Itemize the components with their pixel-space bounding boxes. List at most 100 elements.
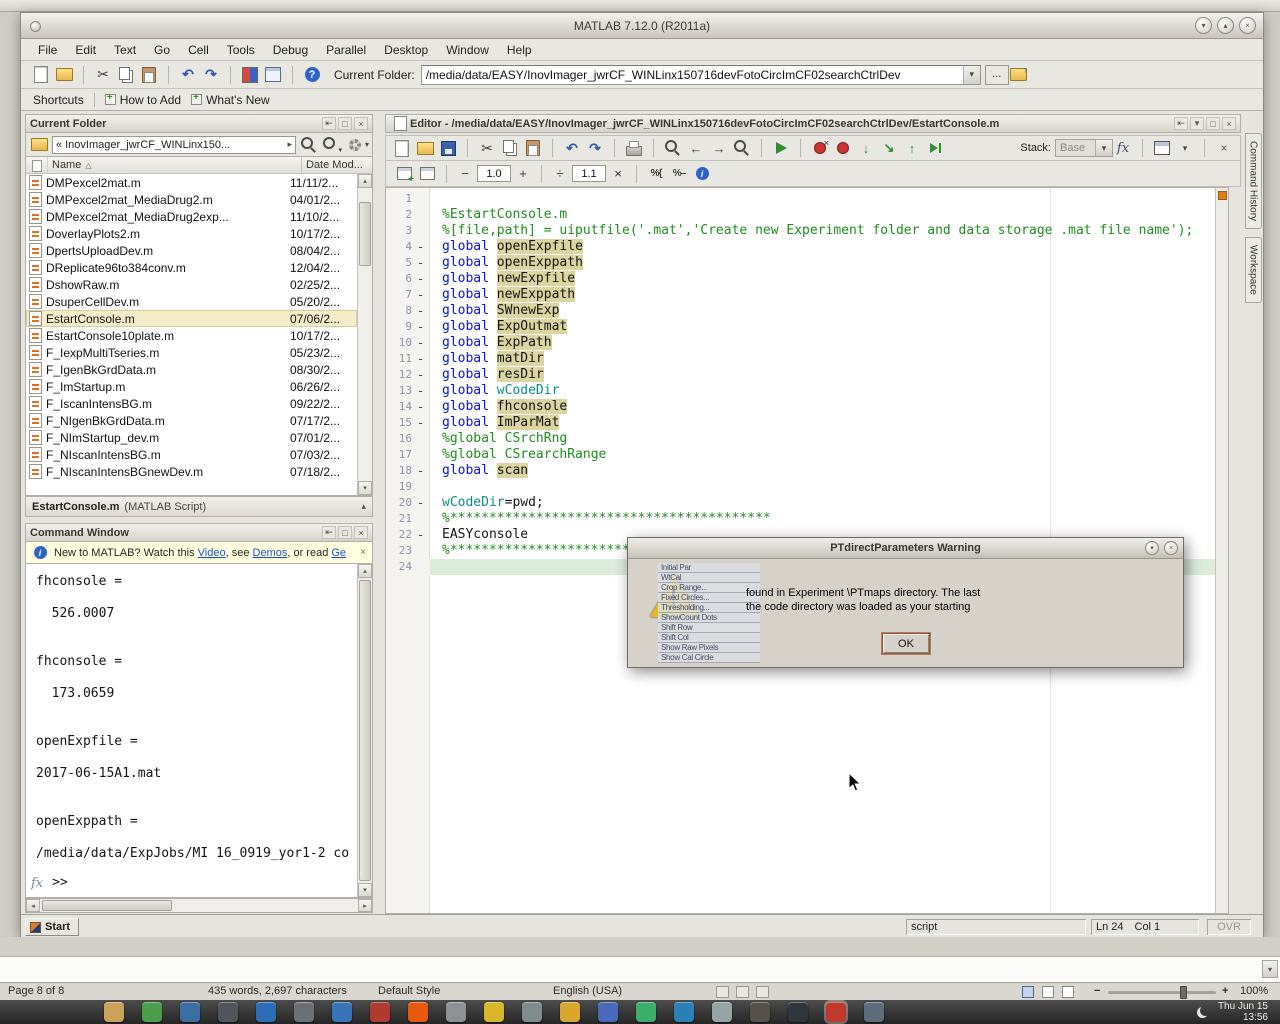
current-folder-combobox[interactable]: ▾	[421, 65, 981, 85]
line-number[interactable]: 23	[386, 543, 412, 559]
folder-icon[interactable]	[29, 135, 49, 155]
file-row[interactable]: F_IexpMultiTseries.m05/23/2...	[26, 344, 357, 361]
scroll-down-icon[interactable]: ▾	[358, 481, 372, 495]
line-number[interactable]: 5	[386, 255, 412, 271]
step-icon[interactable]: ↓	[856, 138, 876, 158]
search-icon[interactable]	[299, 135, 319, 155]
notes-icon[interactable]	[484, 1002, 504, 1022]
menu-help[interactable]: Help	[498, 43, 541, 57]
line-number[interactable]: 3	[386, 223, 412, 239]
terminal-icon[interactable]	[218, 1002, 238, 1022]
panel-splitter[interactable]	[373, 111, 385, 914]
code-line[interactable]: 4-global openExpfile	[386, 239, 1215, 255]
breakpoint-margin[interactable]: -	[412, 287, 429, 303]
selection-mode-icon[interactable]	[716, 986, 729, 998]
caret-icon[interactable]: ▾	[1175, 138, 1195, 158]
line-number[interactable]: 12	[386, 367, 412, 383]
breadcrumb[interactable]: « InovImager_jwrCF_WINLinx150... ▸	[52, 136, 296, 154]
tab-command-history[interactable]: Command History	[1245, 133, 1262, 229]
breakpoint-margin[interactable]: -	[412, 527, 429, 543]
code-line[interactable]: 15-global ImParMat	[386, 415, 1215, 431]
code-analyzer-strip[interactable]	[1215, 188, 1228, 913]
breadcrumb-expand-icon[interactable]: ▸	[287, 139, 292, 150]
line-number[interactable]: 2	[386, 207, 412, 223]
details-expand-icon[interactable]: ▴	[361, 501, 366, 512]
code-line[interactable]: 6-global newExpfile	[386, 271, 1215, 287]
up-folder-icon[interactable]	[1009, 65, 1029, 85]
start-button[interactable]: Start	[25, 918, 79, 936]
window-maximize-icon[interactable]: ▴	[1217, 17, 1234, 34]
media-player-icon[interactable]	[370, 1002, 390, 1022]
tab-workspace[interactable]: Workspace	[1245, 237, 1262, 303]
forward-icon[interactable]: →	[709, 138, 729, 158]
folder-shortcut-icon[interactable]	[560, 1002, 580, 1022]
window-minimize-icon[interactable]: ▾	[1195, 17, 1212, 34]
file-row[interactable]: F_NIgenBkGrdData.m07/17/2...	[26, 412, 357, 429]
breakpoint-margin[interactable]: -	[412, 367, 429, 383]
network-icon[interactable]	[674, 1002, 694, 1022]
line-number[interactable]: 19	[386, 479, 412, 495]
new-file-icon[interactable]	[31, 65, 51, 85]
window-shade-icon[interactable]: ▾	[1145, 541, 1159, 555]
help-icon[interactable]	[302, 65, 322, 85]
paste-icon[interactable]	[523, 138, 543, 158]
cell-grid-plus-icon[interactable]	[394, 164, 414, 184]
gear-icon[interactable]	[345, 135, 365, 155]
zoom-slider-thumb[interactable]	[1180, 986, 1187, 999]
copy-icon[interactable]	[500, 138, 520, 158]
panel-maximize-icon[interactable]: □	[338, 117, 352, 130]
line-number[interactable]: 7	[386, 287, 412, 303]
undo-icon[interactable]: ↶	[178, 65, 198, 85]
code-line[interactable]: 8-global SWnewExp	[386, 303, 1215, 319]
redo-icon[interactable]: ↷	[201, 65, 221, 85]
line-number[interactable]: 20	[386, 495, 412, 511]
current-folder-panel-header[interactable]: Current Folder ⇤□×	[25, 114, 373, 133]
file-row[interactable]: EstartConsole.m07/06/2...	[26, 310, 357, 327]
file-manager-icon[interactable]	[104, 1002, 124, 1022]
file-row[interactable]: F_ImStartup.m06/26/2...	[26, 378, 357, 395]
open-folder-icon[interactable]	[415, 138, 435, 158]
panel-dock-icon[interactable]: ⇤	[1174, 117, 1188, 130]
zoom-slider[interactable]	[1108, 991, 1216, 994]
menu-edit[interactable]: Edit	[66, 43, 105, 57]
ok-button[interactable]: OK	[882, 633, 930, 654]
window-close-icon[interactable]: ×	[1164, 541, 1178, 555]
panel-dock-icon[interactable]: ⇤	[322, 117, 336, 130]
command-prompt[interactable]: >>	[52, 875, 68, 891]
line-number[interactable]: 14	[386, 399, 412, 415]
line-number[interactable]: 17	[386, 447, 412, 463]
writer-scrollbar-corner[interactable]: ▾	[1262, 960, 1278, 978]
code-line[interactable]: 14-global fhconsole	[386, 399, 1215, 415]
clock[interactable]: Thu Jun 15 13:56	[1218, 1001, 1268, 1023]
menu-parallel[interactable]: Parallel	[317, 43, 375, 57]
back-icon[interactable]: ←	[686, 138, 706, 158]
gear-dropdown-icon[interactable]: ▾	[365, 140, 369, 149]
undo-icon[interactable]: ↶	[562, 138, 582, 158]
code-line[interactable]: 18-global scan	[386, 463, 1215, 479]
line-number[interactable]: 13	[386, 383, 412, 399]
line-number[interactable]: 1	[386, 191, 412, 207]
combo-dropdown-icon[interactable]: ▾	[963, 66, 980, 84]
kde-launcher-icon[interactable]	[256, 1002, 276, 1022]
continue-icon[interactable]	[925, 138, 945, 158]
code-line[interactable]: 2%EstartConsole.m	[386, 207, 1215, 223]
file-row[interactable]: DshowRaw.m02/25/2...	[26, 276, 357, 293]
code-line[interactable]: 13-global wCodeDir	[386, 383, 1215, 399]
utilities-icon[interactable]	[712, 1002, 732, 1022]
shortcuts-label[interactable]: Shortcuts	[33, 93, 84, 107]
file-row[interactable]: DReplicate96to384conv.m12/04/2...	[26, 259, 357, 276]
redo-icon[interactable]: ↷	[585, 138, 605, 158]
line-number[interactable]: 10	[386, 335, 412, 351]
increase-button[interactable]: +	[514, 165, 532, 183]
line-number[interactable]: 4	[386, 239, 412, 255]
multiply-button[interactable]: ×	[609, 165, 627, 183]
file-row[interactable]: DpertsUploadDev.m08/04/2...	[26, 242, 357, 259]
percent-block-icon[interactable]: %{	[646, 164, 666, 184]
search-options-icon[interactable]	[322, 135, 342, 155]
panel-maximize-icon[interactable]: □	[338, 526, 352, 539]
current-folder-input[interactable]	[422, 68, 963, 82]
info-icon[interactable]	[692, 164, 712, 184]
code-line[interactable]: 17%global CSrearchRange	[386, 447, 1215, 463]
breakpoint-margin[interactable]: -	[412, 239, 429, 255]
line-number[interactable]: 15	[386, 415, 412, 431]
